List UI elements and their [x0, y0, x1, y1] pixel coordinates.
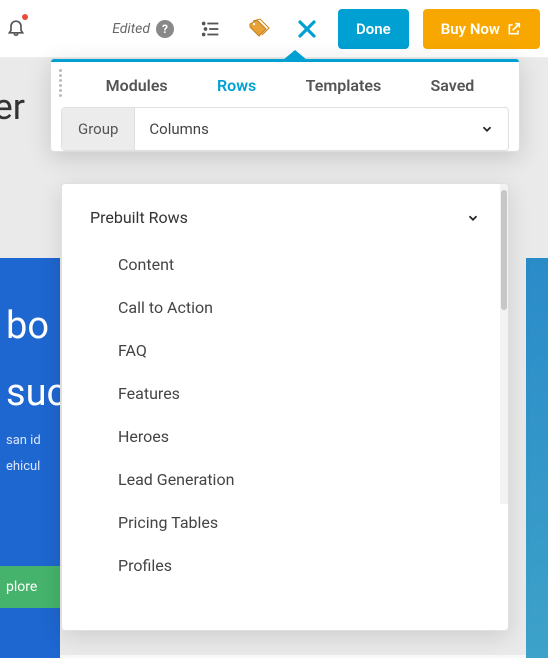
hero-section-fragment: bo suc san id ehicul plore [0, 258, 60, 658]
hero-text-fragment-2: ehicul [6, 458, 54, 476]
list-item[interactable]: Pricing Tables [62, 501, 508, 544]
buy-now-button[interactable]: Buy Now [423, 9, 540, 49]
hero-headline-fragment-1: bo [6, 298, 54, 355]
buy-now-label: Buy Now [441, 20, 500, 38]
explore-button-fragment[interactable]: plore [0, 566, 60, 608]
done-button-label: Done [356, 20, 391, 38]
tab-saved[interactable]: Saved [431, 76, 475, 95]
tab-rows[interactable]: Rows [217, 76, 256, 95]
content-panel: Modules Rows Templates Saved Group Colum… [50, 58, 520, 152]
hero-text-fragment-1: san id [6, 432, 54, 450]
popover-arrow-icon [480, 183, 498, 185]
outline-button[interactable] [194, 12, 228, 46]
prebuilt-rows-label: Prebuilt Rows [90, 208, 188, 227]
tab-templates[interactable]: Templates [306, 76, 382, 95]
notification-dot-icon [22, 14, 28, 20]
scrollbar[interactable] [500, 184, 508, 504]
page-title-fragment: Der [0, 86, 25, 128]
list-item[interactable]: FAQ [62, 329, 508, 372]
top-toolbar: Edited ? Done Buy Now [0, 0, 548, 58]
subbar-group-label[interactable]: Group [62, 108, 135, 150]
scrollbar-thumb[interactable] [501, 190, 507, 310]
rows-dropdown: Prebuilt Rows Content Call to Action FAQ… [61, 183, 509, 631]
list-item[interactable]: Call to Action [62, 286, 508, 329]
explore-label-fragment: plore [6, 579, 37, 595]
hero-right-fragment [526, 258, 548, 658]
panel-tabs: Modules Rows Templates Saved [51, 62, 519, 107]
external-link-icon [506, 21, 522, 37]
panel-arrow-icon [283, 50, 307, 60]
close-icon [295, 17, 319, 41]
list-item[interactable]: Lead Generation [62, 458, 508, 501]
notifications-button[interactable] [6, 16, 26, 38]
chevron-down-icon [466, 211, 480, 225]
prebuilt-rows-header[interactable]: Prebuilt Rows [62, 184, 508, 239]
done-button[interactable]: Done [338, 9, 409, 49]
tab-modules[interactable]: Modules [106, 76, 168, 95]
outline-icon [200, 18, 222, 40]
drag-handle-icon[interactable] [59, 69, 62, 97]
tags-button[interactable] [242, 12, 276, 46]
subbar-select[interactable]: Columns [135, 108, 466, 150]
subbar-select-value: Columns [149, 120, 208, 138]
close-panel-button[interactable] [290, 12, 324, 46]
list-item[interactable]: Features [62, 372, 508, 415]
list-item[interactable]: Heroes [62, 415, 508, 458]
panel-subbar: Group Columns [61, 107, 509, 151]
list-item[interactable]: Profiles [62, 544, 508, 587]
edited-status: Edited ? [112, 20, 174, 38]
hero-headline-fragment-2: suc [6, 365, 54, 422]
chevron-down-icon[interactable] [466, 122, 508, 136]
help-icon[interactable]: ? [156, 20, 174, 38]
prebuilt-rows-list: Content Call to Action FAQ Features Hero… [62, 239, 508, 607]
tags-icon [247, 17, 271, 41]
edited-label: Edited [112, 21, 150, 37]
list-item[interactable]: Content [62, 243, 508, 286]
